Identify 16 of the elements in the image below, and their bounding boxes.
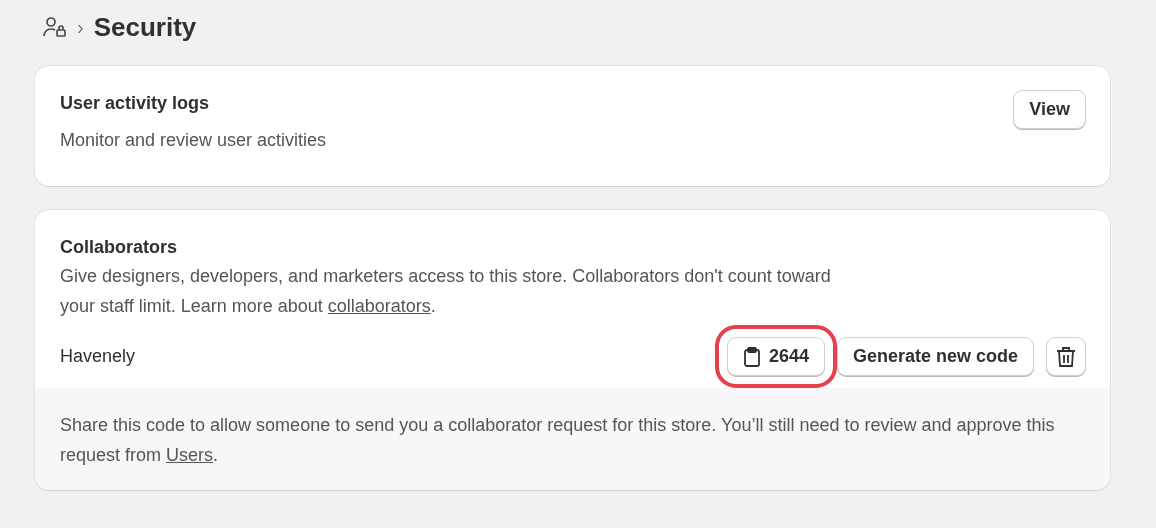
user-lock-icon xyxy=(43,16,67,38)
card-description: Give designers, developers, and marketers access to this store. Collaborators don't count toward your staff limit. Learn more about collaborators. xyxy=(60,265,832,318)
clipboard-icon xyxy=(742,346,761,367)
card-description: Monitor and review user activities xyxy=(60,129,327,152)
collaborators-link[interactable]: collaborators xyxy=(327,296,431,316)
users-link[interactable]: Users xyxy=(166,445,214,465)
breadcrumb-separator: › xyxy=(77,15,84,40)
generate-code-button[interactable]: Generate new code xyxy=(836,337,1034,376)
page-title: Security xyxy=(93,10,197,44)
footer-note: Share this code to allow someone to send you a collaborator request for this store. You’ll still need to review and approve this request from Users. xyxy=(35,388,1110,490)
card-title: User activity logs xyxy=(60,92,211,115)
store-name: Havenely xyxy=(60,345,136,368)
trash-icon xyxy=(1056,346,1076,369)
view-button[interactable]: View xyxy=(1013,90,1086,129)
card-title: Collaborators xyxy=(60,236,179,259)
delete-button[interactable] xyxy=(1046,337,1086,376)
